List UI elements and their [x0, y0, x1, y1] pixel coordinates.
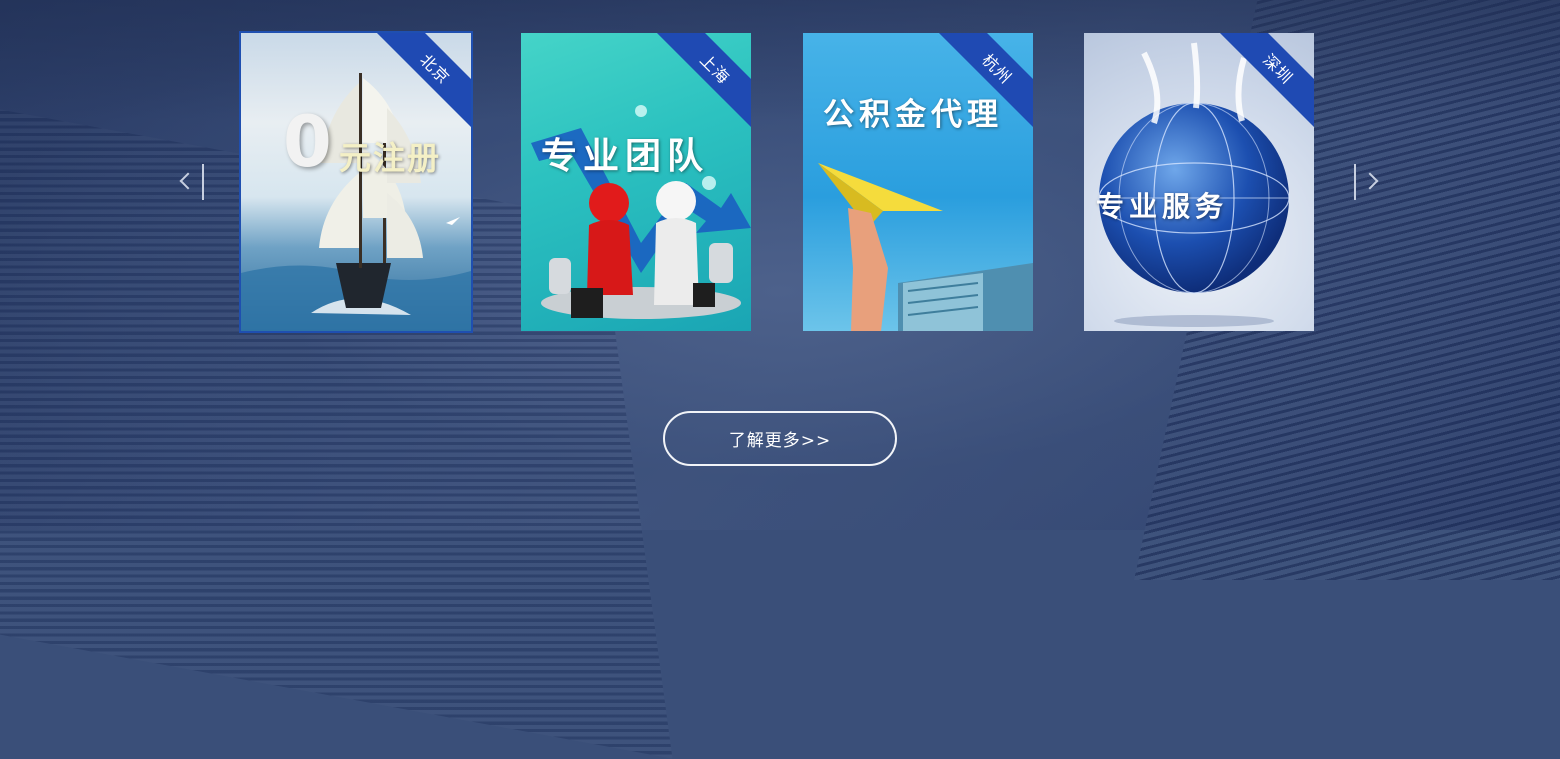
carousel-next-button[interactable]: [1352, 164, 1382, 200]
service-card-shenzhen[interactable]: 专业服务 深圳: [1084, 33, 1314, 331]
carousel-prev-button[interactable]: [176, 164, 206, 200]
card-headline: 公积金代理: [823, 97, 1003, 133]
service-card-beijing[interactable]: 0 元注册 北京: [241, 33, 471, 331]
card-headline: 元注册: [339, 139, 442, 177]
card-headline: 专业团队: [541, 135, 710, 177]
background-shade: [0, 0, 1560, 120]
divider-bar: [202, 164, 204, 200]
chevron-left-icon: [179, 172, 197, 190]
divider-bar: [1354, 164, 1356, 200]
learn-more-button[interactable]: 了解更多>>: [663, 411, 897, 466]
service-card-shanghai[interactable]: 专业团队 上海: [521, 33, 751, 331]
headline-number: 0: [283, 101, 332, 183]
chevron-right-icon: [1361, 172, 1379, 190]
card-headline: 专业服务: [1096, 190, 1229, 223]
service-card-hangzhou[interactable]: 公积金代理 杭州: [803, 33, 1033, 331]
